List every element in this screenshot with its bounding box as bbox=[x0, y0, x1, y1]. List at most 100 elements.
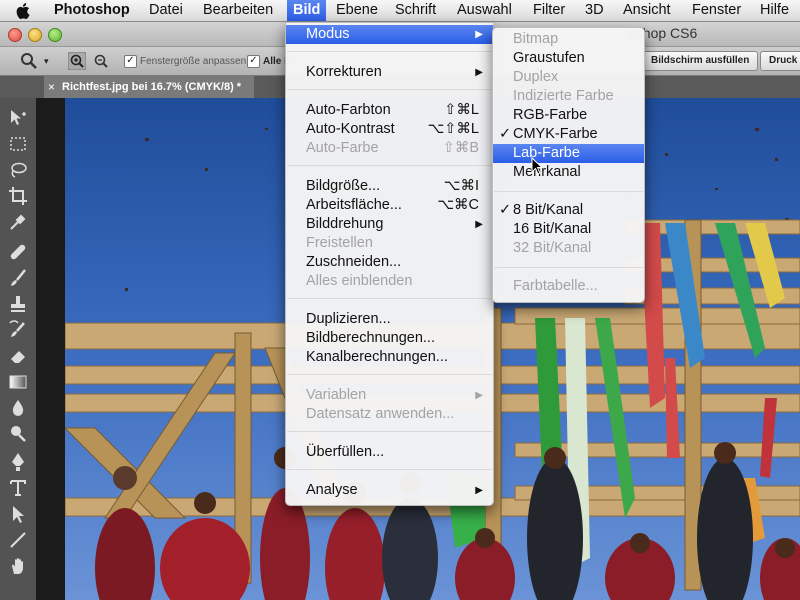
bild-menu: Modus ▶ Korrekturen ▶ Auto-Farbton ⇧⌘L Auto… bbox=[285, 22, 494, 506]
preset-dropdown-arrow-icon[interactable]: ▾ bbox=[44, 56, 49, 67]
menu-bild[interactable]: Bild bbox=[287, 0, 327, 21]
hand-tool-icon[interactable] bbox=[8, 556, 28, 576]
menu-item-auto-kontrast[interactable]: Auto-Kontrast ⌥⇧⌘L bbox=[286, 120, 493, 139]
toolbox bbox=[0, 98, 37, 600]
crop-tool-icon[interactable] bbox=[8, 186, 28, 206]
document-tab[interactable]: × Richtfest.jpg bei 16.7% (CMYK/8) * bbox=[44, 76, 254, 98]
type-tool-icon[interactable] bbox=[8, 478, 28, 498]
menu-fenster[interactable]: Fenster bbox=[692, 0, 741, 21]
checkmark-icon: ✓ bbox=[499, 126, 512, 142]
submenu-arrow-icon: ▶ bbox=[475, 219, 483, 230]
checkmark-icon: ✓ bbox=[499, 202, 512, 218]
menu-separator bbox=[287, 165, 492, 166]
gradient-tool-icon[interactable] bbox=[8, 372, 28, 392]
menu-bearbeiten[interactable]: Bearbeiten bbox=[203, 0, 273, 21]
menu-ebene[interactable]: Ebene bbox=[336, 0, 378, 21]
menu-separator bbox=[287, 298, 492, 299]
menu-item-duplizieren[interactable]: Duplizieren... bbox=[286, 310, 493, 329]
menu-item-indizierte-farbe: Indizierte Farbe bbox=[513, 88, 614, 104]
menu-app-name[interactable]: Photoshop bbox=[54, 0, 130, 21]
menubar: Photoshop Datei Bearbeiten Bild Ebene Sc… bbox=[0, 0, 800, 22]
menu-item-farbtabelle: Farbtabelle... bbox=[513, 278, 598, 294]
shortcut-label: ⌥⇧⌘L bbox=[427, 121, 479, 137]
blur-tool-icon[interactable] bbox=[8, 398, 28, 418]
zoom-out-icon[interactable] bbox=[92, 52, 110, 70]
menu-item-cmyk-farbe[interactable]: ✓ CMYK-Farbe bbox=[493, 125, 644, 144]
menu-item-bildberechnungen[interactable]: Bildberechnungen... bbox=[286, 329, 493, 348]
menu-item-zuschneiden[interactable]: Zuschneiden... bbox=[286, 253, 493, 272]
fit-window-label: Fenstergröße anpassen bbox=[140, 56, 247, 67]
modus-submenu: Bitmap Graustufen Duplex Indizierte Farb… bbox=[492, 27, 645, 303]
menu-separator bbox=[287, 469, 492, 470]
mouse-pointer-icon bbox=[531, 157, 544, 175]
submenu-arrow-icon: ▶ bbox=[475, 485, 483, 496]
menu-separator bbox=[494, 191, 643, 192]
menu-item-auto-farbe: Auto-Farbe ⇧⌘B bbox=[306, 140, 479, 156]
menu-item-bitmap: Bitmap bbox=[513, 31, 559, 47]
zoom-window-button[interactable] bbox=[48, 28, 62, 42]
menu-item-rgb-farbe[interactable]: RGB-Farbe bbox=[493, 106, 644, 125]
fill-screen-button[interactable]: Bildschirm ausfüllen bbox=[642, 51, 759, 71]
line-tool-icon[interactable] bbox=[8, 530, 28, 550]
menu-item-modus[interactable]: Modus ▶ bbox=[286, 25, 493, 44]
menu-filter[interactable]: Filter bbox=[533, 0, 565, 21]
all-windows-checkbox[interactable]: ✓ bbox=[247, 55, 260, 68]
shortcut-label: ⇧⌘L bbox=[444, 102, 479, 118]
menu-item-freistellen: Freistellen bbox=[306, 235, 373, 251]
shortcut-label: ⌥⌘I bbox=[443, 178, 479, 194]
menu-3d[interactable]: 3D bbox=[585, 0, 604, 21]
menu-item-korrekturen[interactable]: Korrekturen ▶ bbox=[286, 63, 493, 82]
menu-item-analyse[interactable]: Analyse ▶ bbox=[286, 481, 493, 500]
menu-hilfe[interactable]: Hilfe bbox=[760, 0, 789, 21]
close-window-button[interactable] bbox=[8, 28, 22, 42]
menu-separator bbox=[287, 431, 492, 432]
menu-item-arbeitsflaeche[interactable]: Arbeitsfläche... ⌥⌘C bbox=[286, 196, 493, 215]
path-selection-icon[interactable] bbox=[8, 504, 28, 524]
zoom-in-icon[interactable] bbox=[68, 52, 86, 70]
brush-tool-icon[interactable] bbox=[8, 268, 28, 288]
menu-item-lab-farbe[interactable]: Lab-Farbe bbox=[493, 144, 644, 163]
menu-item-ueberfuellen[interactable]: Überfüllen... bbox=[286, 443, 493, 462]
menu-item-datensatz-anwenden: Datensatz anwenden... bbox=[306, 406, 455, 422]
menu-item-graustufen[interactable]: Graustufen bbox=[493, 49, 644, 68]
submenu-arrow-icon: ▶ bbox=[475, 29, 483, 40]
move-tool-icon[interactable] bbox=[8, 108, 28, 128]
print-size-button[interactable]: Druck bbox=[760, 51, 800, 71]
menu-separator bbox=[287, 89, 492, 90]
menu-item-16-bit[interactable]: 16 Bit/Kanal bbox=[493, 220, 644, 239]
menu-item-auto-farbton[interactable]: Auto-Farbton ⇧⌘L bbox=[286, 101, 493, 120]
fit-window-checkbox[interactable]: ✓ bbox=[124, 55, 137, 68]
healing-brush-icon[interactable] bbox=[8, 242, 28, 262]
lasso-tool-icon[interactable] bbox=[8, 160, 28, 180]
marquee-tool-icon[interactable] bbox=[8, 134, 28, 154]
menu-schrift[interactable]: Schrift bbox=[395, 0, 436, 21]
menu-item-8-bit[interactable]: ✓ 8 Bit/Kanal bbox=[493, 201, 644, 220]
menu-item-variablen: Variablen ▶ bbox=[306, 387, 483, 403]
menu-item-mehrkanal[interactable]: Mehrkanal bbox=[493, 163, 644, 182]
menu-item-bildgroesse[interactable]: Bildgröße... ⌥⌘I bbox=[286, 177, 493, 196]
zoom-tool-preset-icon[interactable] bbox=[20, 52, 38, 70]
menu-auswahl[interactable]: Auswahl bbox=[457, 0, 512, 21]
apple-icon[interactable] bbox=[16, 3, 30, 19]
menu-item-alles-einblenden: Alles einblenden bbox=[306, 273, 413, 289]
menu-item-duplex: Duplex bbox=[513, 69, 559, 85]
document-title: Richtfest.jpg bei 16.7% (CMYK/8) * bbox=[62, 81, 242, 93]
eraser-tool-icon[interactable] bbox=[8, 346, 28, 366]
clone-stamp-icon[interactable] bbox=[8, 294, 28, 314]
menu-item-bilddrehung[interactable]: Bilddrehung ▶ bbox=[286, 215, 493, 234]
history-brush-icon[interactable] bbox=[8, 320, 28, 340]
menu-separator bbox=[287, 51, 492, 52]
close-tab-icon[interactable]: × bbox=[48, 76, 55, 98]
eyedropper-tool-icon[interactable] bbox=[8, 212, 28, 232]
minimize-window-button[interactable] bbox=[28, 28, 42, 42]
shortcut-label: ⌥⌘C bbox=[437, 197, 479, 213]
menu-item-kanalberechnungen[interactable]: Kanalberechnungen... bbox=[286, 348, 493, 367]
menu-separator bbox=[287, 374, 492, 375]
menu-datei[interactable]: Datei bbox=[149, 0, 183, 21]
pen-tool-icon[interactable] bbox=[8, 452, 28, 472]
shortcut-label: ⇧⌘B bbox=[442, 140, 479, 156]
submenu-arrow-icon: ▶ bbox=[475, 390, 483, 401]
menu-separator bbox=[494, 267, 643, 268]
dodge-tool-icon[interactable] bbox=[8, 424, 28, 444]
menu-ansicht[interactable]: Ansicht bbox=[623, 0, 671, 21]
